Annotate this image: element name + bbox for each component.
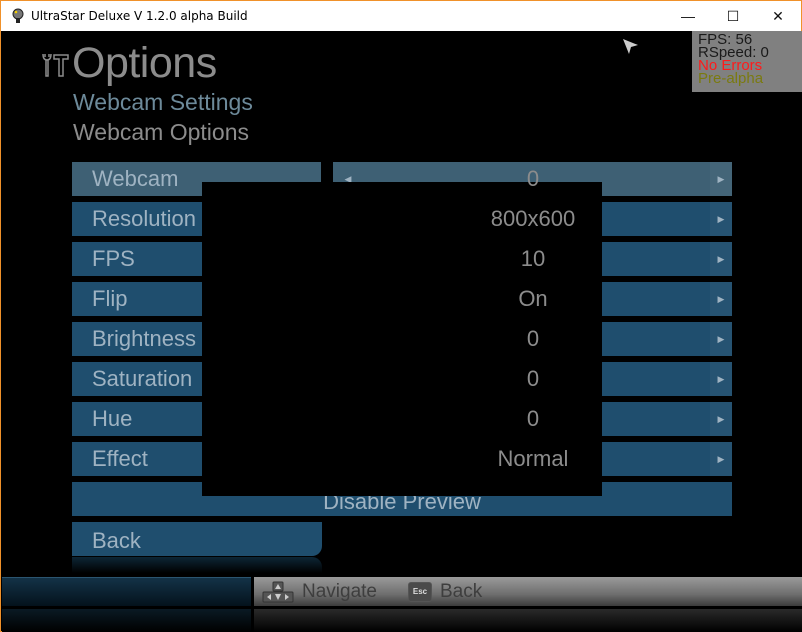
mouse-cursor-icon: [623, 39, 638, 54]
option-value-webcam: 0: [526, 166, 540, 191]
esc-key-icon: Esc: [408, 581, 432, 602]
window-title: UltraStar Deluxe V 1.2.0 alpha Build: [31, 9, 248, 23]
option-value-fps: 10: [520, 246, 546, 271]
version-label: Pre-alpha: [698, 70, 764, 87]
close-icon: ✕: [772, 7, 784, 24]
app-window: UltraStar Deluxe V 1.2.0 alpha Build — ☐…: [0, 0, 802, 632]
arrow-keys-icon: [262, 581, 294, 602]
section-title: Webcam Options: [73, 119, 249, 145]
maximize-icon: ☐: [726, 7, 740, 24]
back-button-reflection: [72, 557, 322, 573]
option-value-effect: Normal: [497, 446, 569, 471]
minimize-icon: —: [681, 8, 695, 24]
maximize-button[interactable]: ☐: [710, 1, 756, 31]
minimize-button[interactable]: —: [665, 1, 711, 31]
debug-stats: FPS: 56 RSpeed: 0 No Errors Pre-alpha: [692, 31, 802, 92]
page-subtitle: Webcam Settings: [73, 89, 253, 115]
close-button[interactable]: ✕: [755, 1, 801, 31]
navigate-hint: Navigate: [262, 577, 377, 606]
app-icon: [12, 8, 24, 23]
page-title: Options: [72, 39, 217, 87]
option-value-flip: On: [518, 286, 548, 311]
title-bar: UltraStar Deluxe V 1.2.0 alpha Build — ☐…: [1, 1, 801, 31]
tools-icon: [42, 53, 69, 77]
option-value-hue: 0: [526, 406, 540, 431]
footer-right-reflection: [254, 609, 802, 632]
option-value-resolution: 800x600: [490, 206, 576, 231]
navigate-label: Navigate: [302, 580, 377, 602]
game-screen: Options Webcam Settings Webcam Options F…: [2, 31, 802, 632]
option-value-saturation: 0: [526, 366, 540, 391]
option-value-brightness: 0: [526, 326, 540, 351]
footer-hint-bar: Navigate Esc Back: [254, 577, 802, 606]
back-hint-label: Back: [440, 580, 483, 602]
footer-left-reflection: [2, 609, 251, 632]
back-hint[interactable]: Esc Back: [408, 577, 482, 606]
back-button[interactable]: Back: [72, 522, 322, 556]
footer-left-bar: [2, 577, 251, 606]
